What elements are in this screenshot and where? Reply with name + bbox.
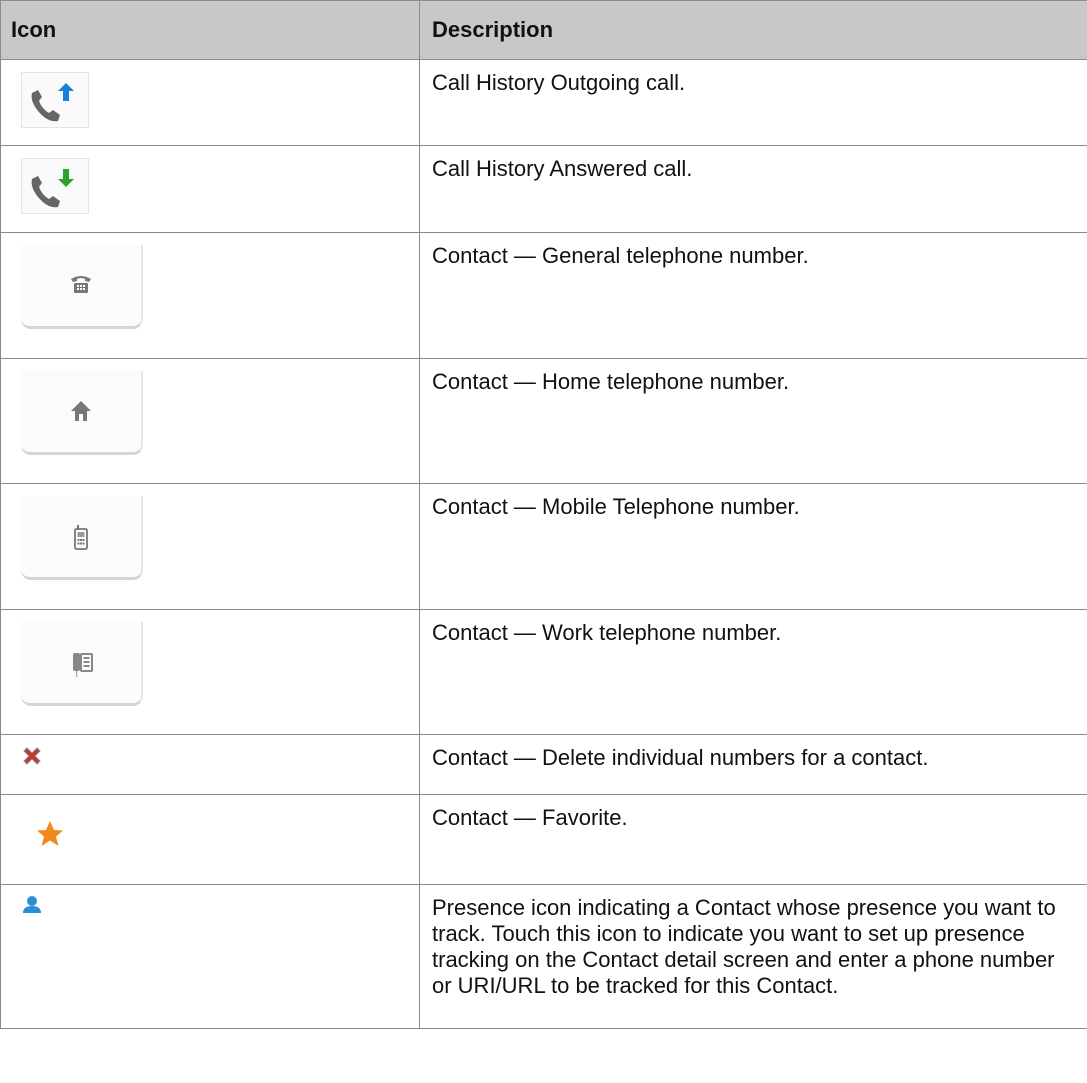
table-row: Contact — Home telephone number.: [0, 358, 1087, 484]
work-telephone-icon: [73, 653, 93, 677]
row-description: Contact — Mobile Telephone number.: [419, 483, 1087, 610]
icon-cell: [0, 884, 420, 1029]
general-telephone-icon: [71, 276, 91, 293]
presence-person-icon: [23, 896, 41, 913]
answered-call-icon: [21, 158, 89, 214]
work-telephone-tile: [21, 622, 143, 706]
icon-cell: [0, 794, 420, 885]
icon-cell: [0, 59, 420, 146]
table-row: Call History Outgoing call.: [0, 59, 1087, 146]
icon-cell: [0, 358, 420, 484]
table-header-row: Icon Description: [0, 0, 1087, 60]
mobile-telephone-icon: [74, 525, 88, 550]
general-telephone-tile: [21, 245, 143, 329]
row-description: Contact — General telephone number.: [419, 232, 1087, 359]
table-row: Contact — Work telephone number.: [0, 609, 1087, 735]
home-telephone-icon: [71, 401, 91, 421]
icon-description-table: Icon Description Call History Outgoing c…: [0, 0, 1087, 1029]
row-description: Presence icon indicating a Contact whose…: [419, 884, 1087, 1029]
table-row: Contact — Mobile Telephone number.: [0, 483, 1087, 610]
icon-cell: [0, 232, 420, 359]
row-description: Call History Outgoing call.: [419, 59, 1087, 146]
row-description: Contact — Delete individual numbers for …: [419, 734, 1087, 795]
table-row: Contact — Favorite.: [0, 794, 1087, 885]
icon-cell: [0, 145, 420, 233]
icon-cell: [0, 609, 420, 735]
table-row: Call History Answered call.: [0, 145, 1087, 233]
row-description: Contact — Home telephone number.: [419, 358, 1087, 484]
row-description: Contact — Work telephone number.: [419, 609, 1087, 735]
row-description: Contact — Favorite.: [419, 794, 1087, 885]
table-row: Contact — Delete individual numbers for …: [0, 734, 1087, 795]
favorite-star-icon: [37, 821, 63, 846]
row-description: Call History Answered call.: [419, 145, 1087, 233]
mobile-telephone-tile: [21, 496, 143, 580]
table-row: Presence icon indicating a Contact whose…: [0, 884, 1087, 1029]
header-icon: Icon: [0, 0, 420, 60]
icon-cell: [0, 483, 420, 610]
header-description: Description: [419, 0, 1087, 60]
home-telephone-tile: [21, 371, 143, 455]
outgoing-call-icon: [21, 72, 89, 128]
table-row: Contact — General telephone number.: [0, 232, 1087, 359]
delete-icon: [23, 747, 41, 765]
icon-cell: [0, 734, 420, 795]
